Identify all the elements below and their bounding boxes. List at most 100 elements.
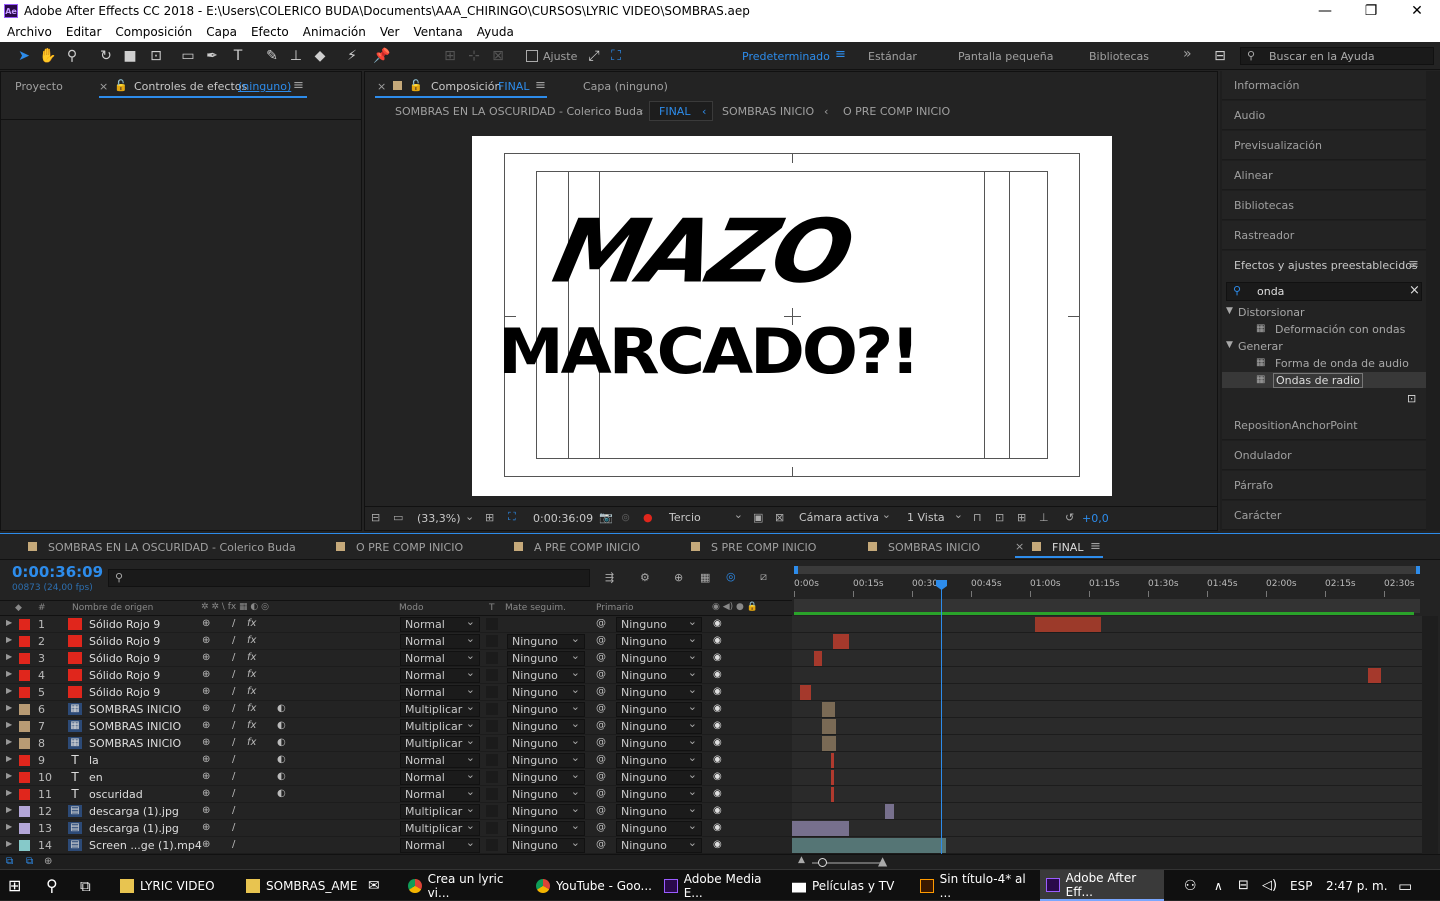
layer-row[interactable]: ▶ 3 ■ Sólido Rojo 9 ⊕ / fx Normal Ninguno @ Ningun… [0, 649, 792, 667]
parent-select[interactable]: Ninguno [616, 666, 702, 683]
panel-ondulador[interactable]: Ondulador [1222, 441, 1426, 470]
blend-mode-select[interactable]: Normal [400, 615, 480, 632]
visibility-eye-icon[interactable]: ◉ [713, 635, 722, 646]
preserve-transparency-toggle[interactable] [486, 669, 498, 681]
track-matte-select[interactable]: Ninguno [507, 649, 585, 666]
pick-whip-icon[interactable]: @ [596, 822, 606, 833]
quality-switch-icon[interactable]: / [232, 720, 235, 731]
layer-row[interactable]: ▶ 14 ▤ Screen ...ge (1).mp4⊕ / Normal Ninguno @… [0, 836, 792, 854]
zoom-value[interactable]: (33,3%) [417, 512, 461, 525]
taskbar-item-peliculas[interactable]: Películas y TV [786, 870, 910, 901]
tab-o-pre-comp[interactable]: O PRE COMP INICIO [356, 541, 463, 554]
clock[interactable]: 2:47 p. m. [1326, 870, 1388, 901]
shy-switch-icon[interactable]: ⊕ [202, 839, 210, 850]
layer-duration-bar[interactable] [831, 753, 835, 768]
layer-label-color[interactable] [19, 823, 30, 834]
track-matte-select[interactable]: Ninguno [507, 734, 585, 751]
quality-switch-icon[interactable]: / [232, 737, 235, 748]
layer-duration-bar[interactable] [822, 702, 835, 717]
pick-whip-icon[interactable]: @ [596, 618, 606, 629]
track-matte-select[interactable]: Ninguno [507, 802, 585, 819]
motion-blur-switch-icon[interactable]: ◐ [277, 703, 286, 714]
layer-row[interactable]: ▶ 9 Tla ⊕ / ◐ Normal Ninguno @ Ninguno ◉ [0, 751, 792, 769]
windows-start-icon[interactable]: ⊞ [8, 870, 21, 901]
visibility-eye-icon[interactable]: ◉ [713, 737, 722, 748]
blend-mode-select[interactable]: Multiplicar [400, 717, 480, 734]
parent-select[interactable]: Ninguno [616, 717, 702, 734]
breadcrumb-sombras-inicio[interactable]: SOMBRAS INICIO [722, 105, 814, 118]
panel-alinear[interactable]: Alinear [1222, 161, 1426, 190]
pick-whip-icon[interactable]: @ [596, 703, 606, 714]
preserve-transparency-toggle[interactable] [486, 822, 498, 834]
pick-whip-icon[interactable]: @ [596, 635, 606, 646]
axis-view-icon[interactable]: ⊠ [488, 47, 508, 65]
motion-blur-switch-icon[interactable]: ◐ [277, 788, 286, 799]
layer-expand-icon[interactable]: ▶ [6, 771, 12, 780]
frame-blending-icon[interactable]: ▦ [700, 571, 710, 584]
fx-switch-icon[interactable]: fx [247, 652, 256, 663]
type-tool-icon[interactable]: T [228, 47, 248, 65]
layer-name[interactable]: SOMBRAS INICIO [89, 720, 181, 733]
track-matte-select[interactable]: Ninguno [507, 683, 585, 700]
layer-expand-icon[interactable]: ▶ [6, 652, 12, 661]
maximize-button[interactable]: ❐ [1348, 0, 1394, 22]
quality-switch-icon[interactable]: / [232, 788, 235, 799]
resolution-grid-icon[interactable]: ⊞ [485, 511, 494, 524]
parent-select[interactable]: Ninguno [616, 734, 702, 751]
menu-ayuda[interactable]: Ayuda [470, 25, 521, 39]
eraser-tool-icon[interactable]: ◆ [310, 47, 330, 65]
pick-whip-icon[interactable]: @ [596, 839, 606, 850]
layer-name[interactable]: Sólido Rojo 9 [89, 618, 160, 631]
fast-previews-icon[interactable]: ⊡ [995, 511, 1004, 524]
layer-duration-bar[interactable] [799, 685, 811, 700]
workspace-menu-icon[interactable]: ≡ [835, 47, 846, 62]
language-indicator[interactable]: ESP [1290, 870, 1312, 901]
shy-switch-icon[interactable]: ⊕ [202, 754, 210, 765]
blend-mode-select[interactable]: Normal [400, 785, 480, 802]
shy-switch-icon[interactable]: ⊕ [202, 822, 210, 833]
quality-switch-icon[interactable]: / [232, 839, 235, 850]
fx-switch-icon[interactable]: fx [247, 635, 256, 646]
layer-label-color[interactable] [19, 840, 30, 851]
shy-switch-icon[interactable]: ⊕ [202, 703, 210, 714]
parent-select[interactable]: Ninguno [616, 700, 702, 717]
panel-previsualizacion[interactable]: Previsualización [1222, 131, 1426, 160]
track-matte-select[interactable]: Ninguno [507, 768, 585, 785]
new-folder-icon[interactable]: ⊡ [1407, 392, 1416, 405]
tab-capa[interactable]: Capa (ninguno) [583, 80, 668, 93]
shy-switch-icon[interactable]: ⊕ [202, 618, 210, 629]
pen-tool-icon[interactable]: ✒ [202, 47, 222, 65]
channel-color-icon[interactable]: ● [643, 511, 653, 524]
shy-switch-icon[interactable]: ⊕ [202, 669, 210, 680]
track-matte-select[interactable]: Ninguno [507, 632, 585, 649]
close-tab-icon[interactable]: × [377, 80, 386, 93]
tab-composicion[interactable]: Composición [431, 80, 501, 93]
layer-name[interactable]: Screen ...ge (1).mp4 [89, 839, 202, 852]
layer-label-color[interactable] [19, 636, 30, 647]
show-snapshot-icon[interactable]: ⊚ [621, 511, 630, 524]
timeline-timecode[interactable]: 0:00:36:09 [12, 563, 103, 581]
search-icon[interactable]: ⚲ [46, 870, 58, 901]
quality-switch-icon[interactable]: / [232, 669, 235, 680]
rotate-tool-icon[interactable]: ↻ [96, 47, 116, 65]
parent-select[interactable]: Ninguno [616, 751, 702, 768]
lock-icon[interactable]: 🔓 [114, 79, 128, 92]
axis-world-icon[interactable]: ⊹ [464, 47, 484, 65]
tab-a-pre-comp[interactable]: A PRE COMP INICIO [534, 541, 640, 554]
taskbar-item-chrome-youtube[interactable]: YouTube - Goo... [530, 870, 654, 901]
layer-duration-bar[interactable] [792, 821, 849, 836]
tab-s-pre-comp[interactable]: S PRE COMP INICIO [711, 541, 816, 554]
tab-final[interactable]: FINAL [1052, 541, 1083, 554]
composition-canvas[interactable]: MAZO MARCADO?! [472, 136, 1112, 496]
layer-label-color[interactable] [19, 738, 30, 749]
panel-menu-icon[interactable]: ≡ [1408, 257, 1419, 272]
parent-select[interactable]: Ninguno [616, 768, 702, 785]
blend-mode-select[interactable]: Multiplicar [400, 734, 480, 751]
track-matte-select[interactable]: Ninguno [507, 666, 585, 683]
track-matte-select[interactable]: Ninguno [507, 785, 585, 802]
clone-stamp-tool-icon[interactable]: ⊥ [286, 47, 306, 65]
playhead-line[interactable] [941, 582, 942, 854]
blend-mode-select[interactable]: Normal [400, 632, 480, 649]
parent-select[interactable]: Ninguno [616, 785, 702, 802]
layer-name[interactable]: SOMBRAS INICIO [89, 737, 181, 750]
